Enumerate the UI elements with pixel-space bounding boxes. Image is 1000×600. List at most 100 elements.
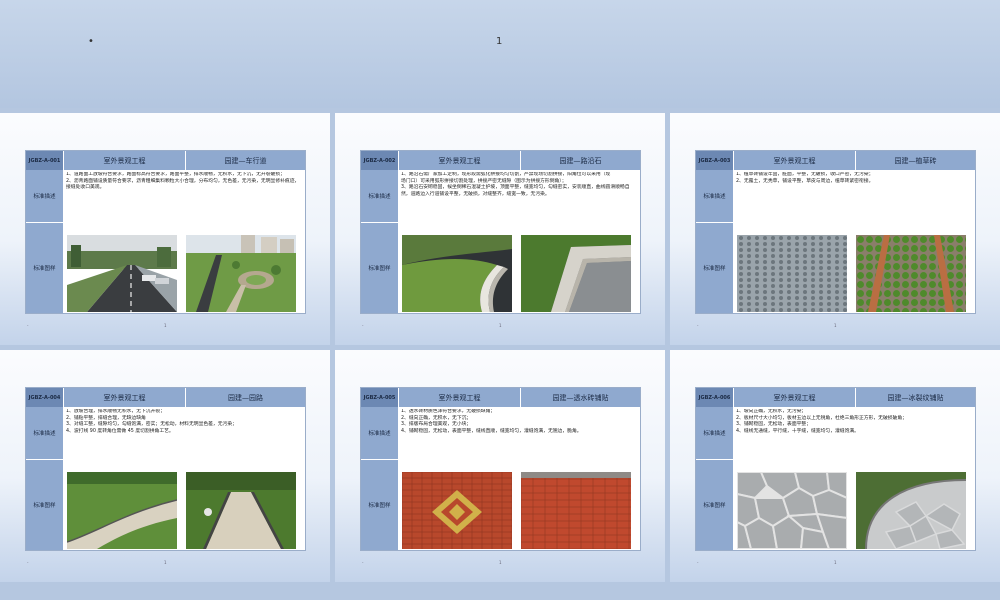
description-text: 1、坡向正确，无积水，无污染； 2、板材尺寸大小均匀，板材五边以上无锐角，杜绝三… xyxy=(736,409,972,459)
description-line: 4、缝线无通缝，平行缝，十字缝，缝宽均匀，灌缝饱满。 xyxy=(736,428,859,434)
photo-area xyxy=(63,223,305,313)
card-title: 室外景观工程 xyxy=(399,151,521,170)
card-subtitle: 园建—园路 xyxy=(228,393,263,402)
footer-left: - xyxy=(362,560,364,565)
standard-card: JGBZ-A-003 室外景观工程 园建—植草砖 标准描述 标准图样 1、植草砖… xyxy=(695,150,976,314)
description-line: 1、坡向正确，无积水，无污染； xyxy=(736,409,807,414)
curb-curve-photo xyxy=(402,235,512,312)
description-line: 1、植草砖铺设牢固，脏面，平整，无破损，收口严密，无污染； xyxy=(736,172,874,177)
description-line: 2、沥青路面铺设质量符合要求，沥青粗细集料颗粒大小合理，分布均匀，无色差，无污染… xyxy=(66,178,300,191)
ice-crack-circle-photo xyxy=(856,472,966,549)
label-description: 标准描述 xyxy=(26,170,64,223)
label-picture: 标准图样 xyxy=(696,460,734,550)
label-description: 标准描述 xyxy=(361,170,399,223)
slide-2[interactable]: JGBZ-A-002 室外景观工程 园建—路沿石 标准描述 标准图样 1、路沿石… xyxy=(335,113,665,345)
description-text: 1、植草砖铺设牢固，脏面，平整，无破损，收口严密，无污染； 2、无露土，无秃草，… xyxy=(736,172,972,222)
card-title: 室外景观工程 xyxy=(399,388,521,407)
card-header: JGBZ-A-003 室外景观工程 园建—植草砖 xyxy=(696,151,975,170)
photo-area xyxy=(63,460,305,550)
slide-5[interactable]: JGBZ-A-005 室外景观工程 园建—透水砖铺贴 标准描述 标准图样 1、透… xyxy=(335,350,665,582)
card-title: 室外景观工程 xyxy=(64,151,186,170)
photo-area xyxy=(733,460,975,550)
footer-left: - xyxy=(697,323,699,328)
grass-brick-photo xyxy=(737,235,847,312)
standard-card: JGBZ-A-002 室外景观工程 园建—路沿石 标准描述 标准图样 1、路沿石… xyxy=(360,150,641,314)
description-line: 2、无露土，无秃草，铺设平整，草皮与周边，植草砖紧密衔接。 xyxy=(736,178,874,184)
slide-1[interactable]: JGBZ-A-001 室外景观工程 园建—车行道 标准描述 标准图样 1、道路面… xyxy=(0,113,330,345)
grass-lawn-photo xyxy=(856,235,966,312)
permeable-brick-photo xyxy=(521,472,631,549)
standard-card: JGBZ-A-005 室外景观工程 园建—透水砖铺贴 标准描述 标准图样 1、透… xyxy=(360,387,641,551)
card-code: JGBZ-A-003 xyxy=(696,151,734,170)
card-subtitle: 园建—透水砖铺贴 xyxy=(552,393,609,402)
photo-area xyxy=(398,460,640,550)
label-picture: 标准图样 xyxy=(696,223,734,313)
standard-card: JGBZ-A-006 室外景观工程 园建—冰裂纹铺贴 标准描述 标准图样 1、坡… xyxy=(695,387,976,551)
label-picture: 标准图样 xyxy=(361,223,399,313)
card-header: JGBZ-A-001 室外景观工程 园建—车行道 xyxy=(26,151,305,170)
footer-page: 1 xyxy=(499,560,502,565)
footer-page: 1 xyxy=(164,560,167,565)
description-line: 3、铺砌稳固，无松动，表面平整； xyxy=(736,422,812,428)
footer-page: 1 xyxy=(499,323,502,328)
card-subtitle: 园建—植草砖 xyxy=(894,156,937,165)
description-line: 1、放坡合理，排水顺畅无积水，无下沉开裂； xyxy=(66,409,165,414)
photo-area xyxy=(398,223,640,313)
permeable-brick-pattern-photo xyxy=(402,472,512,549)
top-bullet: • xyxy=(88,36,94,47)
slide-3[interactable]: JGBZ-A-003 室外景观工程 园建—植草砖 标准描述 标准图样 1、植草砖… xyxy=(670,113,1000,345)
photo-area xyxy=(733,223,975,313)
description-line: 1、道路面工放坡符合要求，路面标高符合要求，路面平整，排水顺畅，无积水，无下沉，… xyxy=(66,172,285,177)
slide-4[interactable]: JGBZ-A-004 室外景观工程 园建—园路 标准描述 标准图样 1、放坡合理… xyxy=(0,350,330,582)
description-line: 1、透水砖材质色泽符合要求，无破损缺角； xyxy=(401,409,496,414)
ice-crack-paving-photo xyxy=(737,472,847,549)
description-text: 1、透水砖材质色泽符合要求，无破损缺角； 2、缝向正确，无积水，无下沉； 3、排… xyxy=(401,409,637,459)
card-subtitle: 园建—路沿石 xyxy=(559,156,602,165)
footer-page: 1 xyxy=(834,323,837,328)
top-slide: • 1 xyxy=(0,0,1000,108)
top-page-number: 1 xyxy=(496,36,503,47)
label-picture: 标准图样 xyxy=(361,460,399,550)
curb-corner-photo xyxy=(521,235,631,312)
description-line: 1、路沿石需厂家加工定制，现形段需弧化拼接均匀切割，严禁现场切割拼接，阳角位可以… xyxy=(401,172,611,177)
footer-page: 1 xyxy=(834,560,837,565)
card-header: JGBZ-A-004 室外景观工程 园建—园路 xyxy=(26,388,305,407)
label-description: 标准描述 xyxy=(26,407,64,460)
description-line: 3、排版布局合理美观，无小块； xyxy=(401,422,472,428)
description-line: 3、路沿石安砌稳固，候坐倒稀石混凝土护坡，顶面平整，缝宽均匀，勾缝密实，安装顺直… xyxy=(401,185,630,197)
card-code: JGBZ-A-006 xyxy=(696,388,734,407)
card-header: JGBZ-A-006 室外景观工程 园建—冰裂纹铺贴 xyxy=(696,388,975,407)
road-photo xyxy=(67,235,177,312)
park-photo xyxy=(186,235,296,312)
label-description: 标准描述 xyxy=(361,407,399,460)
card-subtitle: 园建—冰裂纹铺贴 xyxy=(887,393,944,402)
footer-page: 1 xyxy=(164,323,167,328)
description-text: 1、放坡合理，排水顺畅无积水，无下沉开裂； 2、铺贴平整，排缝合理，无缺边缺角 … xyxy=(66,409,302,459)
card-header: JGBZ-A-002 室外景观工程 园建—路沿石 xyxy=(361,151,640,170)
card-code: JGBZ-A-005 xyxy=(361,388,399,407)
card-header: JGBZ-A-005 室外景观工程 园建—透水砖铺贴 xyxy=(361,388,640,407)
card-subtitle: 园建—车行道 xyxy=(224,156,267,165)
slide-6[interactable]: JGBZ-A-006 室外景观工程 园建—冰裂纹铺贴 标准描述 标准图样 1、坡… xyxy=(670,350,1000,582)
description-text: 1、路沿石需厂家加工定制，现形段需弧化拼接均匀切割，严禁现场切割拼接，阳角位可以… xyxy=(401,172,637,222)
description-line: 4、铺砌稳固，无松动，表面平整，缝线直顺，缝宽均匀，灌缝饱满，无翘边，脆角。 xyxy=(401,428,582,434)
description-text: 1、道路面工放坡符合要求，路面标高符合要求，路面平整，排水顺畅，无积水，无下沉，… xyxy=(66,172,302,222)
standard-card: JGBZ-A-004 室外景观工程 园建—园路 标准描述 标准图样 1、放坡合理… xyxy=(25,387,306,551)
description-line: 3、对缝工整，缝隙均匀，勾缝饱满，密实；无松动，材料无明显色差，无污染； xyxy=(66,422,237,428)
card-title: 室外景观工程 xyxy=(734,151,856,170)
label-picture: 标准图样 xyxy=(26,460,64,550)
card-code: JGBZ-A-004 xyxy=(26,388,64,407)
footer-left: - xyxy=(697,560,699,565)
card-code: JGBZ-A-002 xyxy=(361,151,399,170)
garden-path-photo xyxy=(67,472,177,549)
card-title: 室外景观工程 xyxy=(734,388,856,407)
standard-card: JGBZ-A-001 室外景观工程 园建—车行道 标准描述 标准图样 1、道路面… xyxy=(25,150,306,314)
label-description: 标准描述 xyxy=(696,170,734,223)
footer-left: - xyxy=(362,323,364,328)
card-title: 室外景观工程 xyxy=(64,388,186,407)
footer-left: - xyxy=(27,323,29,328)
card-code: JGBZ-A-001 xyxy=(26,151,64,170)
footer-left: - xyxy=(27,560,29,565)
description-line: 4、波打线 90 度转角位需做 45 度切割拼角工艺。 xyxy=(66,428,174,434)
label-description: 标准描述 xyxy=(696,407,734,460)
